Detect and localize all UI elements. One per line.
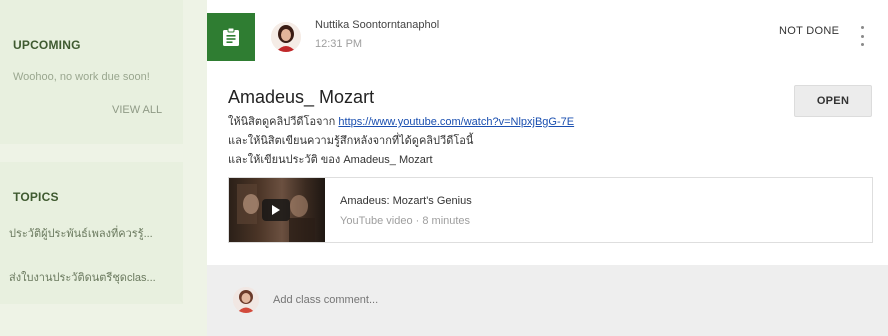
author-avatar bbox=[271, 22, 301, 52]
topics-card: TOPICS ประวัติผู้ประพันธ์เพลงที่ควรรู้..… bbox=[0, 162, 183, 304]
class-comment-input[interactable] bbox=[273, 294, 573, 306]
more-vert-icon[interactable] bbox=[857, 26, 867, 46]
assignment-post: Nuttika Soontorntanaphol 12:31 PM NOT DO… bbox=[207, 0, 888, 336]
comment-bar bbox=[207, 265, 888, 336]
play-icon[interactable] bbox=[262, 199, 290, 221]
author-name: Nuttika Soontorntanaphol bbox=[315, 19, 440, 31]
instruction-line-1-text: ให้นิสิตดูคลิปวีดีโอจาก bbox=[228, 116, 339, 128]
upcoming-empty-text: Woohoo, no work due soon! bbox=[13, 71, 150, 83]
user-avatar bbox=[233, 287, 259, 313]
attachment-title[interactable]: Amadeus: Mozart's Genius bbox=[340, 195, 472, 207]
post-title: Amadeus_ Mozart bbox=[228, 87, 375, 107]
topic-item[interactable]: ส่งใบงานประวัติดนตรีชุดclas... bbox=[9, 268, 179, 286]
instruction-line-2: และให้นิสิตเขียนความรู้สึกหลังจากที่ได้ด… bbox=[228, 135, 474, 147]
upcoming-card: UPCOMING Woohoo, no work due soon! VIEW … bbox=[0, 0, 183, 144]
attachment-meta: YouTube video · 8 minutes bbox=[340, 215, 471, 227]
topics-heading: TOPICS bbox=[13, 190, 59, 204]
topic-item[interactable]: ประวัติผู้ประพันธ์เพลงที่ควรรู้... bbox=[9, 224, 179, 242]
instruction-line-1: ให้นิสิตดูคลิปวีดีโอจาก https://www.yout… bbox=[228, 112, 574, 130]
video-attachment[interactable]: Amadeus: Mozart's Genius YouTube video ·… bbox=[228, 177, 873, 243]
instruction-line-3: และให้เขียนประวัติ ของ Amadeus_ Mozart bbox=[228, 154, 433, 166]
assignment-badge bbox=[207, 13, 255, 61]
view-all-link[interactable]: VIEW ALL bbox=[112, 104, 162, 116]
upcoming-heading: UPCOMING bbox=[13, 38, 81, 52]
assignment-icon bbox=[223, 27, 239, 46]
open-button[interactable]: OPEN bbox=[794, 85, 872, 117]
video-thumbnail[interactable] bbox=[229, 178, 325, 242]
status-label: NOT DONE bbox=[779, 25, 840, 37]
post-time: 12:31 PM bbox=[315, 38, 363, 50]
youtube-link[interactable]: https://www.youtube.com/watch?v=NlpxjBgG… bbox=[338, 116, 574, 128]
